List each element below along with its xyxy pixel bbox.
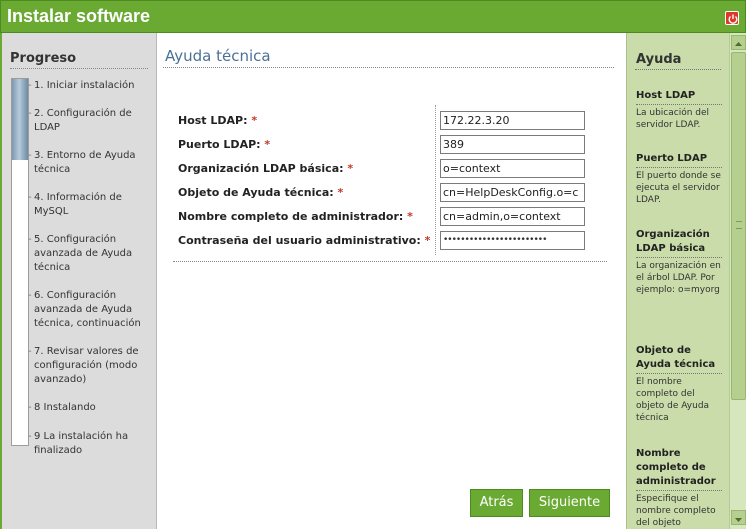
help-heading: Ayuda bbox=[636, 52, 682, 67]
help-scrollbar[interactable] bbox=[729, 33, 746, 529]
scroll-up-icon[interactable] bbox=[731, 35, 746, 50]
divider bbox=[10, 68, 148, 69]
progress-bar bbox=[11, 78, 29, 446]
help-topic-ldap-port: Puerto LDAP El puerto donde se ejecuta e… bbox=[636, 153, 722, 205]
helpdesk-object-input[interactable]: cn=HelpDeskConfig.o=c bbox=[440, 183, 585, 202]
help-topic-helpdesk-object: Objeto de Ayuda técnica El nombre comple… bbox=[636, 344, 722, 424]
page-title: Ayuda técnica bbox=[165, 47, 271, 65]
progress-step-3: -3. Entorno de Ayuda técnica bbox=[28, 150, 136, 175]
help-topic-ldap-host: Host LDAP La ubicación del servidor LDAP… bbox=[636, 89, 722, 131]
form-row-admin-dn: Nombre completo de administrador: * cn=a… bbox=[178, 207, 618, 227]
next-button[interactable]: Siguiente bbox=[529, 489, 610, 517]
progress-step-7: -7. Revisar valores de configuración (mo… bbox=[28, 346, 139, 385]
admin-dn-label: Nombre completo de administrador: * bbox=[178, 210, 413, 223]
title-bar: Instalar software bbox=[0, 0, 746, 33]
divider bbox=[635, 69, 721, 70]
ldap-org-label: Organización LDAP básica: * bbox=[178, 162, 354, 175]
form-row-ldap-port: Puerto LDAP: * 389 bbox=[178, 135, 618, 155]
progress-step-1: -1. Iniciar instalación bbox=[28, 80, 135, 91]
progress-step-4: -4. Información de MySQL bbox=[28, 192, 122, 217]
progress-bar-fill bbox=[12, 79, 28, 160]
progress-sidebar: Progreso -1. Iniciar instalación -2. Con… bbox=[0, 33, 157, 529]
admin-password-input[interactable]: •••••••••••••••••••••••• bbox=[440, 231, 585, 250]
power-icon[interactable] bbox=[725, 11, 739, 25]
scroll-down-icon[interactable] bbox=[731, 510, 746, 525]
divider bbox=[173, 261, 607, 262]
progress-step-8: -8 Instalando bbox=[28, 402, 96, 413]
progress-step-9: -9 La instalación ha finalizado bbox=[28, 431, 129, 456]
help-panel: Ayuda Host LDAP La ubicación del servido… bbox=[626, 33, 729, 529]
form-row-ldap-host: Host LDAP: * 172.22.3.20 bbox=[178, 111, 618, 131]
ldap-port-label: Puerto LDAP: * bbox=[178, 138, 271, 151]
help-topic-ldap-org: Organización LDAP básica La organización… bbox=[636, 229, 722, 295]
help-topic-admin-dn: Nombre completo de administrador Especif… bbox=[636, 447, 722, 529]
ldap-host-label: Host LDAP: * bbox=[178, 114, 258, 127]
progress-step-6: -6. Configuración avanzada de Ayuda técn… bbox=[28, 290, 141, 329]
ldap-host-input[interactable]: 172.22.3.20 bbox=[440, 111, 585, 130]
form-row-admin-password: Contraseña del usuario administrativo: *… bbox=[178, 231, 618, 251]
helpdesk-object-label: Objeto de Ayuda técnica: * bbox=[178, 186, 344, 199]
ldap-port-input[interactable]: 389 bbox=[440, 135, 585, 154]
divider bbox=[435, 105, 436, 255]
progress-heading: Progreso bbox=[10, 51, 77, 66]
back-button[interactable]: Atrás bbox=[470, 489, 523, 517]
window-title: Instalar software bbox=[7, 6, 151, 26]
form-row-ldap-org: Organización LDAP básica: * o=context bbox=[178, 159, 618, 179]
scrollbar-thumb[interactable] bbox=[731, 52, 746, 400]
progress-step-5: -5. Configuración avanzada de Ayuda técn… bbox=[28, 234, 133, 273]
ldap-org-input[interactable]: o=context bbox=[440, 159, 585, 178]
progress-step-2: -2. Configuración de LDAP bbox=[28, 108, 132, 133]
admin-dn-input[interactable]: cn=admin,o=context bbox=[440, 207, 585, 226]
divider bbox=[163, 67, 614, 68]
form-row-helpdesk-object: Objeto de Ayuda técnica: * cn=HelpDeskCo… bbox=[178, 183, 618, 203]
admin-password-label: Contraseña del usuario administrativo: * bbox=[178, 234, 431, 247]
main-panel: Ayuda técnica Host LDAP: * 172.22.3.20 P… bbox=[157, 33, 626, 529]
